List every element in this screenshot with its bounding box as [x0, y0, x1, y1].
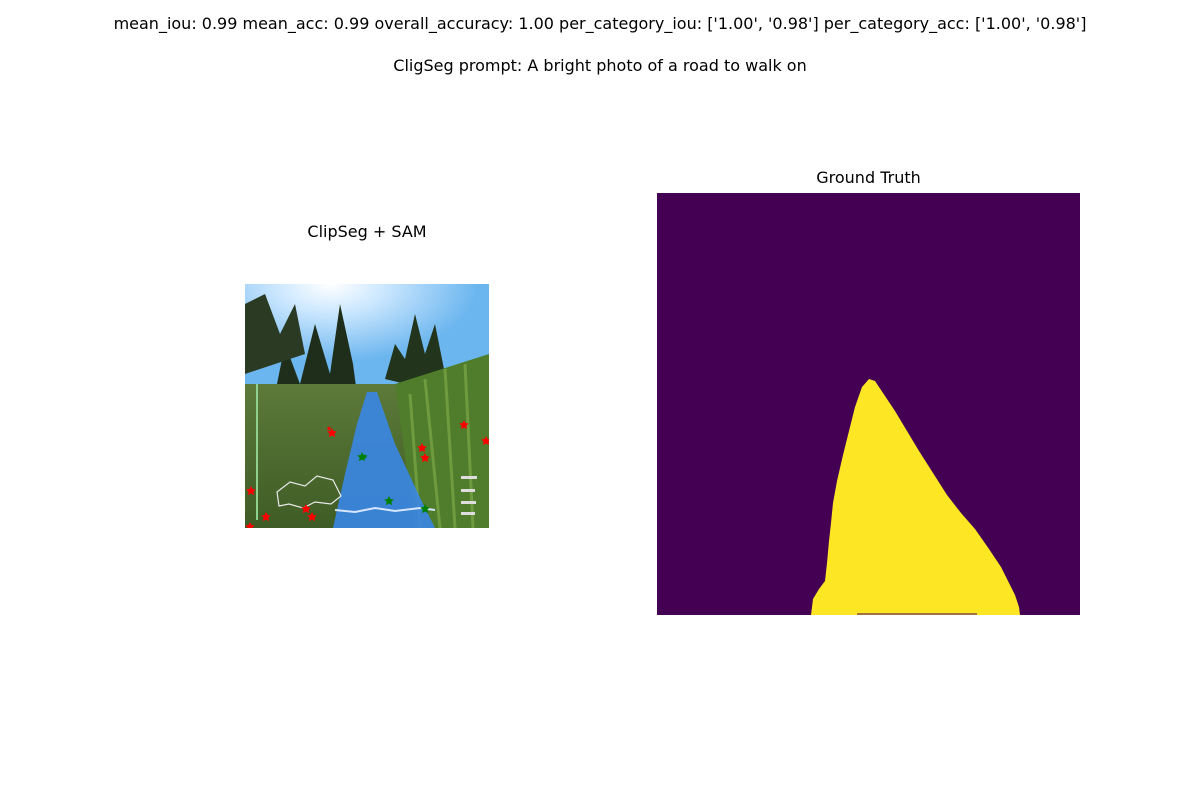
metrics-summary: mean_iou: 0.99 mean_acc: 0.99 overall_ac… [113, 14, 1087, 33]
clipseg-sam-title: ClipSeg + SAM [307, 222, 427, 241]
ground-truth-mask [657, 193, 1080, 615]
prompt-text: CligSeg prompt: A bright photo of a road… [393, 56, 807, 75]
segmentation-overlay-photo [245, 284, 489, 528]
ground-truth-svg [657, 193, 1080, 615]
clipseg-sam-image [245, 284, 489, 528]
ground-truth-title: Ground Truth [816, 168, 921, 187]
